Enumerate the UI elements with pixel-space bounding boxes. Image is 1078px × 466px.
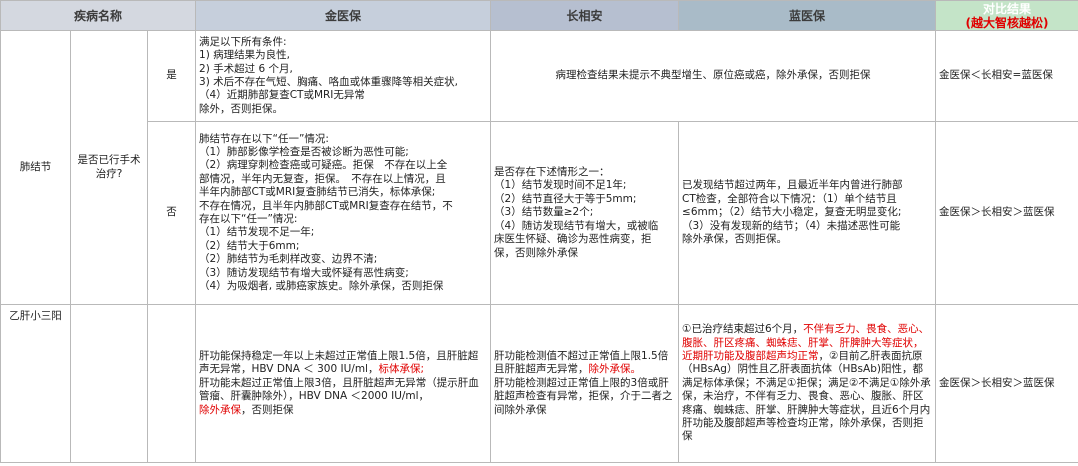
text-line: 不存在情况，且半年内肺部CT或MRI复查存在结节，不	[199, 199, 453, 212]
lung-no-jin: 肺结节存在以下“任一”情况: （1）肺部影像学检查是否被诊断为恶性可能; （2）…	[195, 121, 492, 305]
header-row: 疾病名称 金医保 长相安 蓝医保 对比结果 (越大智核越松)	[0, 0, 1078, 31]
text-line: 2) 手术超过 6 个月,	[199, 62, 293, 75]
lung-yes-row: 肺结节 是否已行手术治疗? 是 满足以下所有条件: 1) 病理结果为良性, 2)…	[0, 30, 1078, 305]
text-line: 3) 术后不存在气短、胸痛、咯血或体重骤降等相关症状,	[199, 76, 458, 88]
hep-row: 乙肝小三阳 肝功能保持稳定一年以上未超过正常值上限1.5倍，且肝脏超声无异常，H…	[0, 304, 1078, 463]
hep-jin-highlight-2: 除外承保	[199, 403, 242, 416]
lung-yes-compare: 金医保＜长相安=蓝医保	[935, 30, 1078, 122]
header-compare: 对比结果 (越大智核越松)	[935, 0, 1078, 31]
hep-lan-text-1: ①已治疗结束超过6个月，	[682, 323, 804, 336]
text-line: （4）近期肺部复查CT或MRI无异常	[199, 89, 365, 102]
hep-answer-empty	[146, 304, 197, 463]
disease-hep: 乙肝小三阳	[0, 304, 71, 463]
hep-chang-text-1: 肝功能检测值不超过正常值上限1.5倍且肝脏超声无异常，	[494, 349, 669, 376]
lung-no-row: 否 肺结节存在以下“任一”情况: （1）肺部影像学检查是否被诊断为恶性可能; （…	[1, 121, 1078, 305]
text-line: 存在以下“任一”情况:	[199, 213, 298, 225]
hep-compare: 金医保＞长相安＞蓝医保	[935, 304, 1078, 463]
text-line: （1）结节发现不足一年;	[199, 226, 315, 239]
lung-no-compare: 金医保＞长相安＞蓝医保	[935, 121, 1078, 305]
hep-lan: ①已治疗结束超过6个月，不伴有乏力、畏食、恶心、腹胀、肝区疼痛、蜘蛛痣、肝掌、肝…	[678, 304, 937, 463]
text-line: 部情况，半年内无复查，拒保。 不存在以上情况，且	[199, 172, 446, 185]
hep-chang: 肝功能检测值不超过正常值上限1.5倍且肝脏超声无异常，除外承保。 肝功能检测超过正…	[490, 304, 680, 463]
header-disease: 疾病名称	[0, 0, 197, 31]
header-chang: 长相安	[490, 0, 680, 31]
text-line: （3）没有发现新的结节；（4）未描述恶性可能	[682, 219, 901, 232]
lung-no-chang: 是否存在下述情形之一： （1）结节发现时间不足1年; （2）结节直径大于等于5m…	[490, 121, 680, 305]
text-line: （2）结节直径大于等于5mm;	[494, 192, 637, 205]
hep-jin: 肝功能保持稳定一年以上未超过正常值上限1.5倍，且肝脏超声无异常，HBV DNA…	[195, 304, 492, 463]
answer-yes: 是	[146, 30, 197, 122]
text-line: （2）肺结节为毛刺样改变、边界不清;	[199, 253, 378, 266]
text-line: （4）为吸烟者, 或肺癌家族史。除外承保，否则拒保	[199, 280, 444, 293]
text-line: （4）随访发现结节有增大，或被临	[494, 219, 659, 232]
text-line: ≤6mm；（2）结节大小稳定，复查无明显变化;	[682, 206, 902, 219]
lung-yes-chang-lan: 病理检查结果未提示不典型增生、原位癌或癌，除外承保，否则拒保	[490, 30, 937, 122]
lung-no-lan: 已发现结节超过两年，且最近半年内曾进行肺部 CT检查，全部符合以下情况：（1）单…	[678, 121, 937, 305]
lung-yes-jin: 满足以下所有条件: 1) 病理结果为良性, 2) 手术超过 6 个月, 3) 术…	[195, 30, 492, 122]
hep-jin-text-1: 肝功能保持稳定一年以上未超过正常值上限1.5倍，且肝脏超声无异常，HBV DNA…	[199, 349, 479, 376]
text-line: 保，否则除外承保	[494, 246, 579, 259]
header-compare-title: 对比结果	[983, 1, 1032, 16]
text-line: （3）结节数量≥2个;	[494, 206, 594, 219]
text-line: （1）结节发现时间不足1年;	[494, 179, 627, 192]
text-line: 床医生怀疑、确诊为恶性病变，拒	[494, 233, 652, 246]
text-line: （3）随访发现结节有增大或怀疑有恶性病变;	[199, 266, 409, 279]
text-line: 是否存在下述情形之一：	[494, 166, 610, 179]
text-line: 已发现结节超过两年，且最近半年内曾进行肺部	[682, 179, 903, 192]
text-line: 满足以下所有条件:	[199, 35, 287, 48]
header-compare-subtitle: (越大智核越松)	[965, 15, 1049, 30]
text-line: CT检查，全部符合以下情况：（1）单个结节且	[682, 192, 897, 205]
header-lan: 蓝医保	[678, 0, 937, 31]
hep-jin-text-3: ，否则拒保	[241, 403, 294, 416]
hep-question-empty	[70, 304, 148, 463]
hep-chang-highlight: 除外承保。	[588, 363, 642, 376]
header-jin: 金医保	[195, 0, 492, 31]
hep-jin-text-2: 肝功能未超过正常值上限3倍，且肝脏超声无异常（提示肝血管瘤、肝囊肿除外），HBV…	[199, 376, 479, 403]
text-line: （2）结节大于6mm;	[199, 239, 300, 252]
text-line: 半年内肺部CT或MRI复查肺结节已消失，标体承保;	[199, 186, 436, 199]
text-line: 1) 病理结果为良性,	[199, 49, 290, 62]
hep-jin-highlight-1: 标体承保;	[378, 363, 425, 376]
hep-chang-text-2: 肝功能检测超过正常值上限的3倍或肝脏超声检查有异常，拒保，介于二者之间除外承保	[494, 376, 673, 416]
text-line: （2）病理穿刺检查癌或可疑癌。拒保 不存在以上全	[199, 159, 448, 172]
answer-no: 否	[146, 121, 197, 305]
surgery-question: 是否已行手术治疗?	[70, 30, 148, 305]
text-line: 除外承保，否则拒保。	[682, 233, 788, 246]
text-line: 除外，否则拒保。	[199, 102, 284, 115]
text-line: （1）肺部影像学检查是否被诊断为恶性可能;	[199, 145, 409, 158]
comparison-table: 疾病名称 金医保 长相安 蓝医保 对比结果 (越大智核越松) 肺结节 是否已行手…	[0, 0, 1078, 463]
hep-lan-text-2: ，②目前乙肝表面抗原（HBsAg）阴性且乙肝表面抗体（HBsAb)阳性，都满足标…	[682, 349, 931, 443]
disease-lung: 肺结节	[0, 30, 71, 305]
text-line: 肺结节存在以下“任一”情况:	[199, 132, 329, 145]
